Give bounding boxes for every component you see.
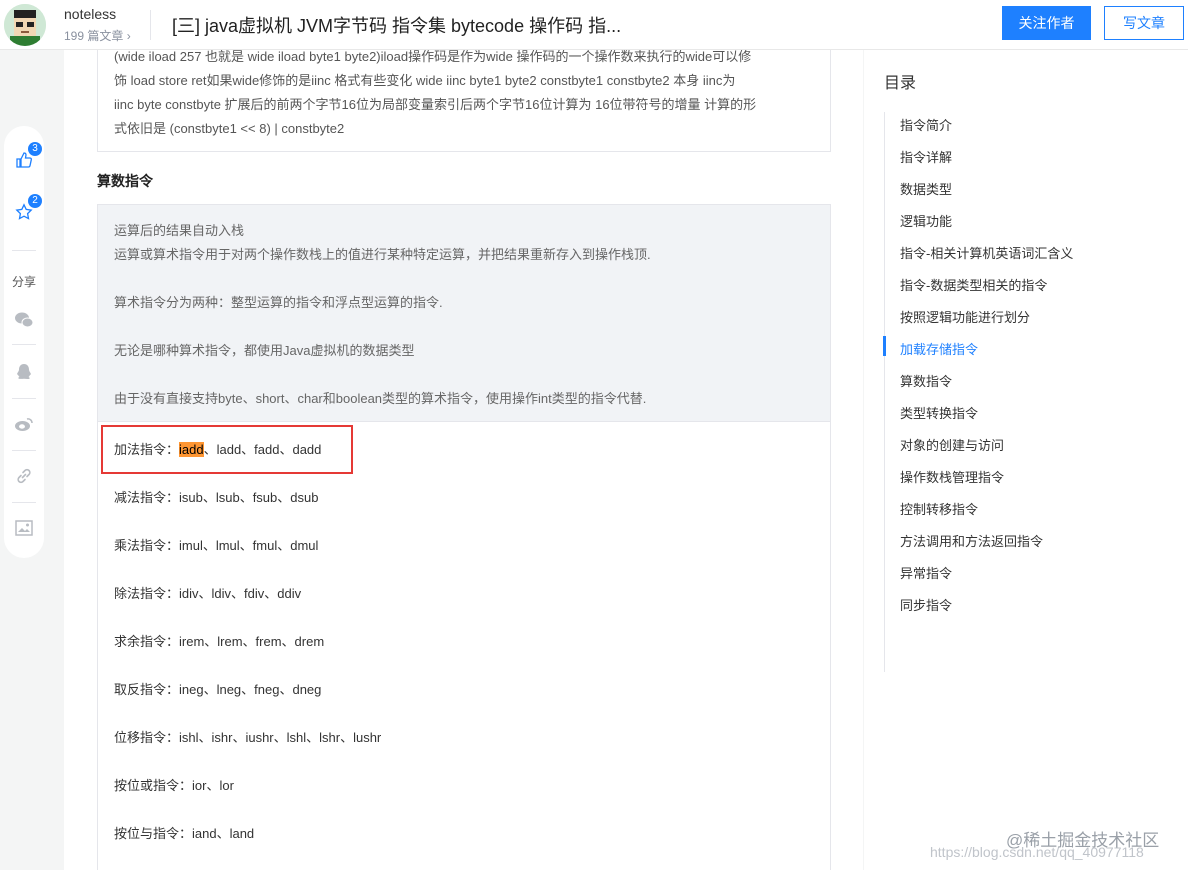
toc-item[interactable]: 指令简介 [900,115,952,134]
wechat-icon [15,312,34,328]
wide-instruction-quote: (wide iload 257 也就是 wide iload byte1 byt… [97,50,831,152]
toc-item[interactable]: 方法调用和方法返回指令 [900,531,1043,550]
toc-item[interactable]: 同步指令 [900,595,952,614]
toc-rail [884,112,885,672]
toc-item[interactable]: 逻辑功能 [900,211,952,230]
quote-line: 算术指令分为两种：整型运算的指令和浮点型运算的指令. [114,295,443,310]
toc-item[interactable]: 数据类型 [900,179,952,198]
quote-line: 运算或算术指令用于对两个操作数栈上的值进行某种特定运算，并把结果重新存入到操作栈… [114,247,651,262]
instruction-line: 除法指令：idiv、ldiv、fdiv、ddiv [114,586,302,601]
article-action-panel: 3 2 分享 [4,126,44,558]
share-weibo-button[interactable] [4,404,44,444]
side-divider [12,450,36,451]
header-divider [150,10,151,40]
quote-line: 由于没有直接支持byte、short、char和boolean类型的算术指令，使… [114,391,647,406]
quote-line: (wide iload 257 也就是 wide iload byte1 byt… [114,50,752,64]
table-of-contents: 目录 指令简介 指令详解 数据类型 逻辑功能 指令-相关计算机英语词汇含义 指令… [864,50,1188,870]
toc-item[interactable]: 异常指令 [900,563,952,582]
instruction-line: 乘法指令：imul、lmul、fmul、dmul [114,538,319,553]
toc-item[interactable]: 操作数栈管理指令 [900,467,1004,486]
instruction-line: 位移指令：ishl、ishr、iushr、lshl、lshr、lushr [114,730,382,745]
link-icon [17,468,31,484]
toc-item[interactable]: 指令详解 [900,147,952,166]
toc-item[interactable]: 指令-相关计算机英语词汇含义 [900,243,1073,262]
quote-line: 无论是哪种算术指令，都使用Java虚拟机的数据类型 [114,343,415,358]
collect-button[interactable]: 2 [4,192,44,232]
share-label: 分享 [11,275,36,289]
instruction-line: 按位或指令：ior、lor [114,778,234,793]
toc-active-marker [883,336,886,356]
toc-item[interactable]: 算数指令 [900,371,952,390]
toc-title: 目录 [884,75,917,92]
like-count-badge: 3 [28,142,42,156]
quote-line: 饰 load store ret如果wide修饰的是iinc 格式有些变化 wi… [114,73,736,88]
quote-line: 式依旧是 (constbyte1 << 8) | constbyte2 [114,121,345,136]
side-divider [12,344,36,345]
annotation-highlight-box [101,425,353,474]
page-title: [三] java虚拟机 JVM字节码 指令集 bytecode 操作码 指... [172,16,622,36]
arithmetic-intro-quote: 运算后的结果自动入栈 运算或算术指令用于对两个操作数栈上的值进行某种特定运算，并… [97,204,831,422]
qq-icon [17,364,31,380]
like-button[interactable]: 3 [4,140,44,180]
instruction-line: 减法指令：isub、lsub、fsub、dsub [114,490,319,505]
share-wechat-button[interactable] [4,300,44,340]
author-article-count[interactable]: 199 篇文章 › [64,27,131,44]
collect-count-badge: 2 [28,194,42,208]
toc-item[interactable]: 对象的创建与访问 [900,435,1004,454]
side-divider [12,502,36,503]
side-divider [12,250,36,251]
author-avatar[interactable] [4,4,46,46]
toc-item[interactable]: 指令-数据类型相关的指令 [900,275,1047,294]
toc-item-active[interactable]: 加载存储指令 [900,339,978,358]
follow-author-button[interactable]: 关注作者 [1002,6,1091,40]
side-divider [12,398,36,399]
quote-line: 运算后的结果自动入栈 [114,223,245,238]
toc-item[interactable]: 按照逻辑功能进行划分 [900,307,1030,326]
toc-item[interactable]: 控制转移指令 [900,499,978,518]
arithmetic-instruction-list: 加法指令：iadd、ladd、fadd、dadd 减法指令：isub、lsub、… [97,421,831,870]
top-header: noteless 199 篇文章 › [三] java虚拟机 JVM字节码 指令… [0,0,1188,50]
quote-line: iinc byte constbyte 扩展后的前两个字节16位为局部变量索引后… [114,97,757,112]
image-icon [15,520,33,536]
copy-link-button[interactable] [4,456,44,496]
juejin-watermark: @稀土掘金技术社区 [1006,831,1160,850]
share-qq-button[interactable] [4,352,44,392]
instruction-line: 按位与指令：iand、land [114,826,255,841]
section-heading-arithmetic: 算数指令 [97,173,153,189]
instruction-line: 求余指令：irem、lrem、frem、drem [114,634,325,649]
share-image-button[interactable] [4,508,44,548]
instruction-line: 取反指令：ineg、lneg、fneg、dneg [114,682,322,697]
author-name[interactable]: noteless [64,6,116,22]
toc-item[interactable]: 类型转换指令 [900,403,978,422]
weibo-icon [15,418,33,431]
write-article-button[interactable]: 写文章 [1104,6,1184,40]
